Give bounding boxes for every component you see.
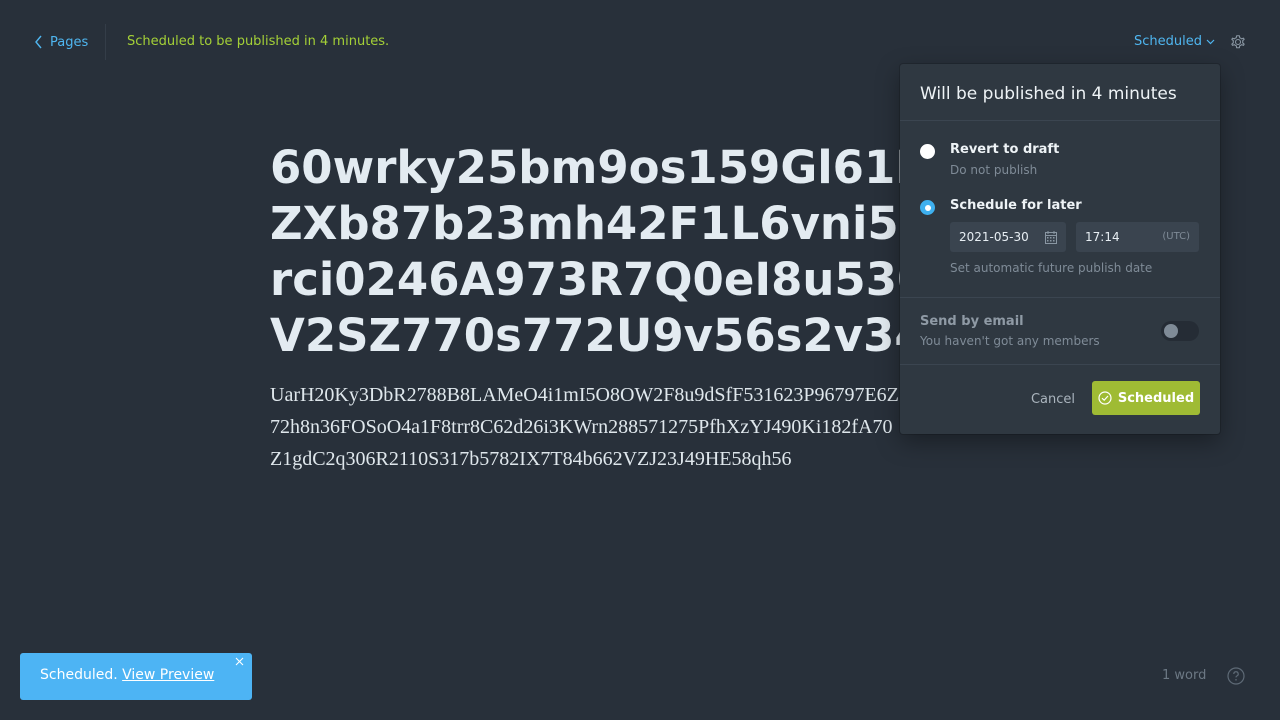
send-by-email-section: Send by email You haven't got any member… <box>900 297 1220 365</box>
word-count: 1 word <box>1162 668 1207 683</box>
publish-date-input[interactable]: 2021-05-30 <box>950 222 1066 252</box>
chevron-left-icon <box>35 35 42 49</box>
toast-text: Scheduled. View Preview <box>40 667 214 683</box>
publish-time-value: 17:14 <box>1085 230 1120 244</box>
publish-date-value: 2021-05-30 <box>959 230 1029 244</box>
schedule-label: Schedule for later <box>950 198 1082 213</box>
scheduled-button[interactable]: Scheduled <box>1092 381 1200 415</box>
email-description: You haven't got any members <box>920 334 1100 348</box>
publish-menu: Will be published in 4 minutes Revert to… <box>900 64 1220 434</box>
publish-menu-heading: Will be published in 4 minutes <box>900 64 1220 121</box>
publish-time-input[interactable]: 17:14 (UTC) <box>1076 222 1199 252</box>
close-icon[interactable] <box>235 657 244 666</box>
status-message: Scheduled to be published in 4 minutes. <box>127 34 390 49</box>
toggle-knob <box>1164 324 1178 338</box>
back-to-pages-link[interactable]: Pages <box>34 33 88 51</box>
view-preview-link[interactable]: View Preview <box>122 667 214 683</box>
chevron-down-icon <box>1206 39 1215 44</box>
publish-menu-trigger[interactable]: Scheduled <box>1134 34 1215 49</box>
revert-label: Revert to draft <box>950 142 1060 157</box>
check-circle-icon <box>1098 391 1112 405</box>
gear-icon[interactable] <box>1228 32 1248 52</box>
calendar-icon[interactable] <box>1045 231 1057 244</box>
revert-description: Do not publish <box>950 163 1038 177</box>
header-divider <box>105 24 106 60</box>
toast-message: Scheduled. <box>40 667 123 683</box>
email-label: Send by email <box>920 314 1024 329</box>
revert-radio[interactable] <box>920 144 935 159</box>
send-email-toggle[interactable] <box>1161 321 1199 341</box>
publish-menu-trigger-label: Scheduled <box>1134 34 1202 49</box>
help-icon[interactable] <box>1227 667 1245 685</box>
scheduled-button-label: Scheduled <box>1117 390 1195 406</box>
notification-toast: Scheduled. View Preview <box>20 653 252 700</box>
back-link-label: Pages <box>50 34 89 50</box>
schedule-radio[interactable] <box>920 200 935 215</box>
cancel-button[interactable]: Cancel <box>1020 382 1086 416</box>
timezone-label: (UTC) <box>1162 231 1190 242</box>
schedule-help-text: Set automatic future publish date <box>950 261 1153 275</box>
